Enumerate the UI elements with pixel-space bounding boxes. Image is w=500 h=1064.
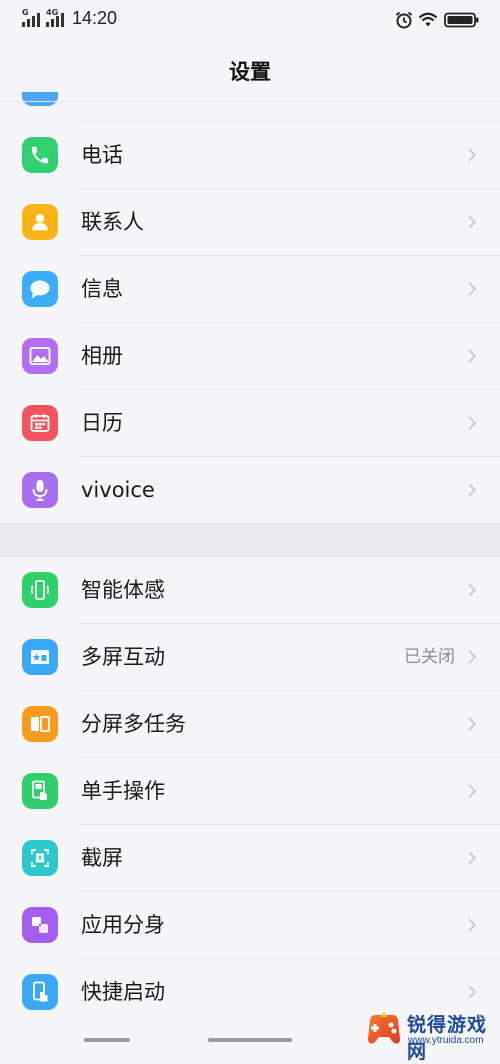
settings-item-app-clone[interactable]: 应用分身 — [0, 892, 500, 959]
settings-item-label: 应用分身 — [81, 913, 165, 937]
signal-strength-icon-2: 4G — [46, 9, 68, 27]
settings-item-label: 信息 — [81, 277, 123, 301]
settings-item-label: 联系人 — [81, 210, 144, 234]
signal-strength-icon-1: G — [22, 8, 44, 27]
settings-item-one-hand[interactable]: 单手操作 — [0, 758, 500, 825]
settings-item-gallery[interactable]: 相册 — [0, 323, 500, 390]
status-value: 已关闭 — [404, 647, 455, 667]
microphone-icon — [22, 472, 58, 508]
watermark: 锐得游戏网 www.ytruida.com — [364, 1007, 494, 1063]
nav-menu-handle[interactable] — [84, 1038, 130, 1042]
network-type-1: G — [22, 8, 29, 17]
settings-item-label: 日历 — [81, 411, 123, 435]
status-bar: G 4G 14:20 — [0, 0, 500, 40]
settings-item-label: 相册 — [81, 344, 123, 368]
message-icon — [22, 271, 58, 307]
watermark-url: www.ytruida.com — [408, 1035, 484, 1046]
settings-item-label: 电话 — [81, 143, 123, 167]
chevron-right-icon — [468, 583, 477, 597]
chevron-right-icon — [468, 784, 477, 798]
contacts-icon — [22, 204, 58, 240]
one-hand-icon — [22, 773, 58, 809]
settings-item-smart-motion[interactable]: 智能体感 — [0, 557, 500, 624]
settings-item-split-screen[interactable]: 分屏多任务 — [0, 691, 500, 758]
chevron-right-icon — [468, 918, 477, 932]
screenshot-icon — [22, 840, 58, 876]
wifi-icon — [418, 12, 438, 27]
chevron-right-icon — [468, 215, 477, 229]
chevron-right-icon — [468, 282, 477, 296]
settings-item-label: 截屏 — [81, 846, 123, 870]
settings-item-label: 单手操作 — [81, 779, 165, 803]
settings-item-calendar[interactable]: 日历 — [0, 390, 500, 457]
multi-screen-icon — [22, 639, 58, 675]
settings-group-apps: 电话 联系人 信息 相册 日历 vivoice — [0, 122, 500, 524]
settings-item-phone[interactable]: 电话 — [0, 122, 500, 189]
header-divider — [0, 101, 500, 102]
app-clone-icon — [22, 907, 58, 943]
settings-item-label: 多屏互动 — [81, 645, 165, 669]
split-screen-icon — [22, 706, 58, 742]
chevron-right-icon — [468, 148, 477, 162]
phone-icon — [22, 137, 58, 173]
settings-item-contacts[interactable]: 联系人 — [0, 189, 500, 256]
settings-item-label: vivoice — [81, 478, 155, 502]
page-title: 设置 — [229, 60, 271, 84]
settings-group-features: 智能体感 多屏互动 已关闭 分屏多任务 单手操作 截屏 应用分身 快捷启动 — [0, 557, 500, 1026]
calendar-icon — [22, 405, 58, 441]
chevron-right-icon — [468, 717, 477, 731]
settings-item-multi-screen[interactable]: 多屏互动 已关闭 — [0, 624, 500, 691]
settings-item-label: 智能体感 — [81, 578, 165, 602]
chevron-right-icon — [468, 650, 477, 664]
nav-home-handle[interactable] — [208, 1038, 292, 1042]
clock-time: 14:20 — [72, 8, 118, 28]
battery-icon — [444, 12, 479, 28]
settings-item-label: 分屏多任务 — [81, 712, 186, 736]
chevron-right-icon — [468, 483, 477, 497]
partially-hidden-settings-icon — [22, 92, 58, 106]
settings-item-vivoice[interactable]: vivoice — [0, 457, 500, 524]
chevron-right-icon — [468, 985, 477, 999]
settings-item-screenshot[interactable]: 截屏 — [0, 825, 500, 892]
chevron-right-icon — [468, 349, 477, 363]
settings-item-messages[interactable]: 信息 — [0, 256, 500, 323]
alarm-icon — [395, 11, 413, 29]
gamepad-logo-icon — [368, 1012, 400, 1044]
chevron-right-icon — [468, 416, 477, 430]
smart-motion-icon — [22, 572, 58, 608]
gallery-icon — [22, 338, 58, 374]
chevron-right-icon — [468, 851, 477, 865]
section-gap — [0, 523, 500, 557]
quick-launch-icon — [22, 974, 58, 1010]
settings-item-label: 快捷启动 — [81, 980, 165, 1004]
